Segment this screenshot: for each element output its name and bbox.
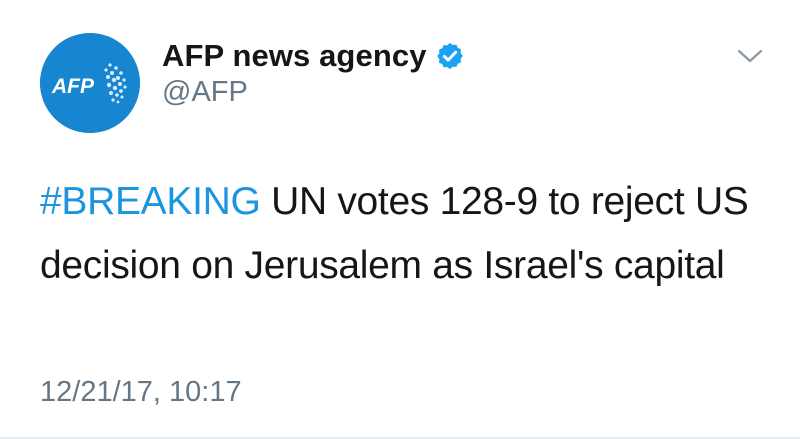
afp-logo-icon: AFP — [40, 33, 140, 133]
chevron-down-icon[interactable] — [736, 46, 764, 66]
display-name[interactable]: AFP news agency — [162, 38, 427, 74]
tweet-card: AFP AFP news agency @AFP #BREAKING UN vo… — [0, 0, 800, 439]
tweet-timestamp[interactable]: 12/21/17, 10:17 — [40, 376, 242, 409]
avatar[interactable]: AFP — [40, 33, 140, 133]
hashtag-link[interactable]: #BREAKING — [40, 180, 261, 223]
svg-text:AFP: AFP — [51, 75, 95, 98]
tweet-text: #BREAKING UN votes 128-9 to reject US de… — [40, 170, 770, 298]
user-handle[interactable]: @AFP — [162, 76, 248, 109]
verified-badge-icon — [435, 41, 465, 71]
author-name-row[interactable]: AFP news agency — [162, 36, 465, 76]
